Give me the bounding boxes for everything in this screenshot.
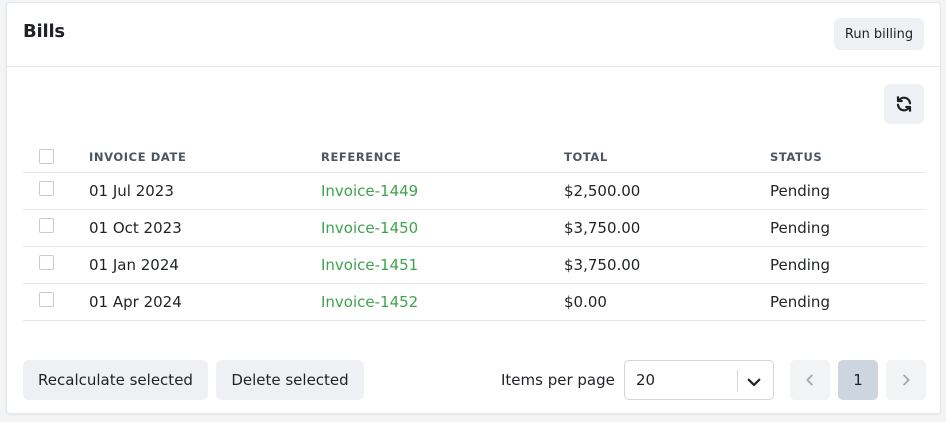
bills-card: Bills Run billing INVOICE DATE REFERENCE… xyxy=(6,2,941,414)
table-row: 01 Oct 2023 Invoice-1450 $3,750.00 Pendi… xyxy=(23,210,926,247)
total-cell: $2,500.00 xyxy=(564,182,641,200)
chevron-right-icon xyxy=(903,374,910,386)
table-header-row: INVOICE DATE REFERENCE TOTAL STATUS xyxy=(23,141,926,173)
total-cell: $3,750.00 xyxy=(564,256,641,274)
previous-page-button[interactable] xyxy=(790,360,830,400)
status-cell: Pending xyxy=(770,293,830,311)
items-per-page-label: Items per page xyxy=(501,371,615,389)
page-title: Bills xyxy=(23,21,65,42)
reference-link[interactable]: Invoice-1450 xyxy=(321,210,418,246)
row-checkbox[interactable] xyxy=(39,254,54,270)
column-header-total[interactable]: TOTAL xyxy=(564,141,608,172)
card-header: Bills Run billing xyxy=(7,3,940,67)
invoice-date-cell: 01 Oct 2023 xyxy=(89,219,182,237)
items-per-page-select[interactable]: 20 xyxy=(624,360,774,400)
row-checkbox[interactable] xyxy=(39,291,54,307)
current-page-button[interactable]: 1 xyxy=(838,360,878,400)
invoice-date-cell: 01 Apr 2024 xyxy=(89,293,182,311)
total-cell: $0.00 xyxy=(564,293,607,311)
row-checkbox[interactable] xyxy=(39,180,54,196)
chevron-down-icon xyxy=(747,378,761,387)
bills-table: INVOICE DATE REFERENCE TOTAL STATUS 01 J… xyxy=(23,141,926,321)
column-header-reference[interactable]: REFERENCE xyxy=(321,141,401,172)
row-checkbox[interactable] xyxy=(39,217,54,233)
reference-link[interactable]: Invoice-1452 xyxy=(321,284,418,320)
run-billing-button[interactable]: Run billing xyxy=(834,18,924,50)
table-row: 01 Apr 2024 Invoice-1452 $0.00 Pending xyxy=(23,284,926,321)
invoice-date-cell: 01 Jul 2023 xyxy=(89,182,174,200)
status-cell: Pending xyxy=(770,219,830,237)
reference-link[interactable]: Invoice-1449 xyxy=(321,173,418,209)
total-cell: $3,750.00 xyxy=(564,219,641,237)
refresh-icon xyxy=(896,96,912,112)
status-cell: Pending xyxy=(770,256,830,274)
delete-selected-button[interactable]: Delete selected xyxy=(216,360,364,400)
select-divider xyxy=(737,370,738,392)
table-row: 01 Jan 2024 Invoice-1451 $3,750.00 Pendi… xyxy=(23,247,926,284)
items-per-page-value: 20 xyxy=(636,371,656,389)
next-page-button[interactable] xyxy=(886,360,926,400)
refresh-button[interactable] xyxy=(884,84,924,124)
chevron-left-icon xyxy=(806,374,813,386)
column-header-status[interactable]: STATUS xyxy=(770,141,822,172)
column-header-invoice-date[interactable]: INVOICE DATE xyxy=(89,141,186,172)
reference-link[interactable]: Invoice-1451 xyxy=(321,247,418,283)
recalculate-selected-button[interactable]: Recalculate selected xyxy=(23,360,208,400)
table-row: 01 Jul 2023 Invoice-1449 $2,500.00 Pendi… xyxy=(23,173,926,210)
invoice-date-cell: 01 Jan 2024 xyxy=(89,256,179,274)
status-cell: Pending xyxy=(770,182,830,200)
select-all-checkbox[interactable] xyxy=(39,149,54,164)
